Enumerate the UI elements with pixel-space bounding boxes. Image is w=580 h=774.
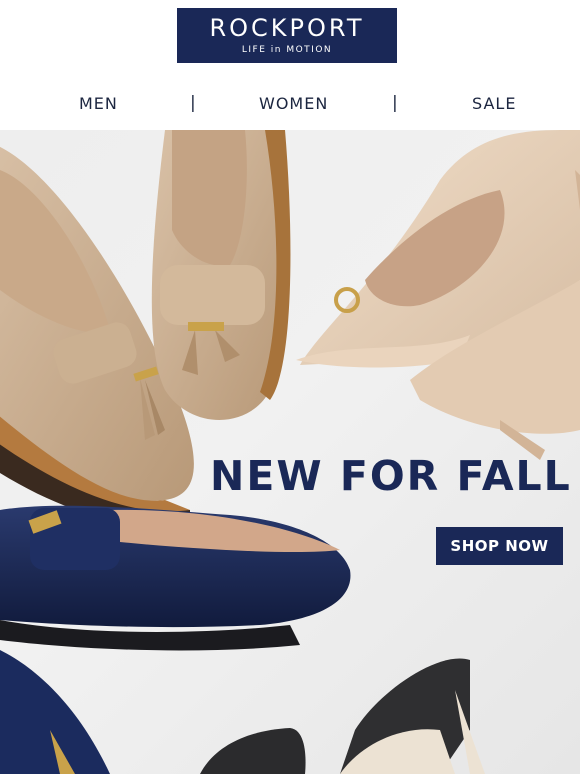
- croc-cap-toe-flats: [200, 658, 485, 774]
- logo-tagline: LIFE in MOTION: [241, 45, 333, 55]
- nav-item-sale[interactable]: SALE: [472, 94, 516, 113]
- nav-separator: |: [190, 93, 196, 113]
- email-header: ROCKPORT LIFE in MOTION: [0, 0, 580, 80]
- nude-pumps: [296, 130, 580, 460]
- hero-headline: NEW FOR FALL: [210, 452, 572, 500]
- nav-separator: |: [392, 93, 398, 113]
- main-nav: MEN | WOMEN | SALE: [0, 82, 580, 128]
- nav-item-men[interactable]: MEN: [79, 94, 118, 113]
- logo-wordmark: ROCKPORT: [209, 14, 365, 42]
- tan-loafer-right: [151, 130, 291, 420]
- nav-item-women[interactable]: WOMEN: [259, 94, 328, 113]
- rockport-logo[interactable]: ROCKPORT LIFE in MOTION: [177, 8, 397, 63]
- hero-banner[interactable]: NEW FOR FALL SHOP NOW: [0, 130, 580, 774]
- shop-now-button[interactable]: SHOP NOW: [436, 527, 563, 565]
